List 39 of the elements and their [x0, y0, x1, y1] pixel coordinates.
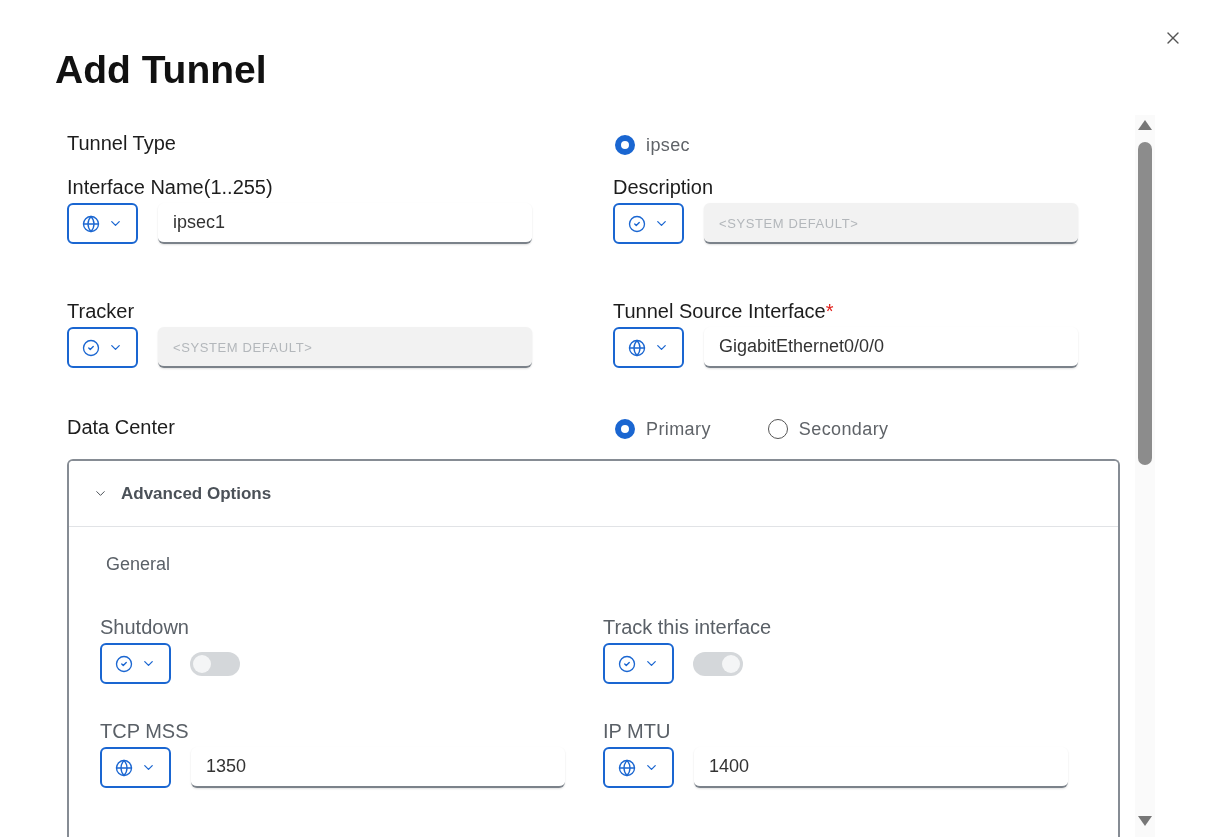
check-circle-icon: [628, 214, 646, 233]
scope-dropdown-button[interactable]: [603, 643, 674, 684]
field-label: Track this interface: [603, 615, 772, 639]
scope-dropdown-button[interactable]: [100, 747, 171, 788]
field-label: Description: [613, 175, 714, 199]
scope-dropdown-button[interactable]: [67, 203, 138, 244]
text-input[interactable]: 1400: [694, 747, 1068, 788]
check-circle-icon: [115, 654, 133, 673]
globe-icon: [82, 214, 100, 233]
field-label: IP MTU: [603, 719, 671, 743]
field-label: Shutdown: [100, 615, 189, 639]
globe-icon: [115, 758, 133, 777]
globe-icon: [618, 758, 636, 777]
globe-icon: [628, 338, 646, 357]
field-label: Data Center: [67, 415, 175, 439]
field-label: TCP MSS: [100, 719, 189, 743]
field-label: Tunnel Type: [67, 131, 176, 155]
scroll-up-icon[interactable]: [1138, 120, 1152, 130]
field-label: Interface Name(1..255): [67, 175, 273, 199]
check-circle-icon: [618, 654, 636, 673]
text-input[interactable]: ipsec1: [158, 203, 532, 244]
section-title: General: [106, 554, 171, 574]
dialog-title: Add Tunnel: [55, 47, 267, 93]
scope-dropdown-button[interactable]: [613, 327, 684, 368]
advanced-options-header[interactable]: Advanced Options: [69, 461, 1118, 527]
text-input[interactable]: 1350: [191, 747, 565, 788]
scope-dropdown-button[interactable]: [613, 203, 684, 244]
text-input[interactable]: GigabitEthernet0/0/0: [704, 327, 1078, 368]
scrollbar-thumb[interactable]: [1138, 142, 1152, 465]
radio-option[interactable]: ipsec: [615, 135, 691, 155]
field-label: Tracker: [67, 299, 135, 323]
radio-option[interactable]: Secondary: [767, 419, 889, 439]
scope-dropdown-button[interactable]: [67, 327, 138, 368]
field-label: Tunnel Source Interface*: [613, 299, 834, 323]
check-circle-icon: [82, 338, 100, 357]
scope-dropdown-button[interactable]: [100, 643, 171, 684]
scroll-down-icon[interactable]: [1138, 816, 1152, 826]
radio-option[interactable]: Primary: [615, 419, 711, 439]
scope-dropdown-button[interactable]: [603, 747, 674, 788]
